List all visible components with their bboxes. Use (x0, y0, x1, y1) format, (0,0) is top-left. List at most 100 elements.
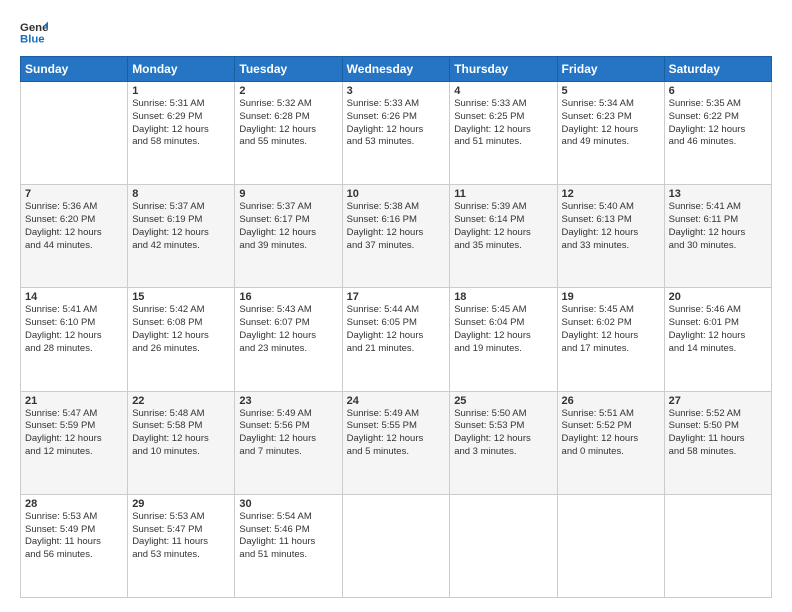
day-number: 24 (347, 395, 446, 407)
day-number: 25 (454, 395, 552, 407)
day-info: Sunrise: 5:53 AM Sunset: 5:49 PM Dayligh… (25, 511, 123, 562)
day-number: 12 (562, 188, 660, 200)
header: General Blue (20, 18, 772, 46)
day-number: 21 (25, 395, 123, 407)
day-info: Sunrise: 5:31 AM Sunset: 6:29 PM Dayligh… (132, 98, 230, 149)
calendar-cell: 16Sunrise: 5:43 AM Sunset: 6:07 PM Dayli… (235, 288, 342, 391)
calendar-cell: 17Sunrise: 5:44 AM Sunset: 6:05 PM Dayli… (342, 288, 450, 391)
calendar-cell: 25Sunrise: 5:50 AM Sunset: 5:53 PM Dayli… (450, 391, 557, 494)
calendar-cell: 7Sunrise: 5:36 AM Sunset: 6:20 PM Daylig… (21, 185, 128, 288)
calendar-cell: 23Sunrise: 5:49 AM Sunset: 5:56 PM Dayli… (235, 391, 342, 494)
calendar-cell: 9Sunrise: 5:37 AM Sunset: 6:17 PM Daylig… (235, 185, 342, 288)
day-info: Sunrise: 5:50 AM Sunset: 5:53 PM Dayligh… (454, 408, 552, 459)
day-info: Sunrise: 5:53 AM Sunset: 5:47 PM Dayligh… (132, 511, 230, 562)
calendar-cell: 21Sunrise: 5:47 AM Sunset: 5:59 PM Dayli… (21, 391, 128, 494)
day-info: Sunrise: 5:49 AM Sunset: 5:55 PM Dayligh… (347, 408, 446, 459)
day-number: 30 (239, 498, 337, 510)
calendar-cell (450, 494, 557, 597)
calendar-cell: 29Sunrise: 5:53 AM Sunset: 5:47 PM Dayli… (128, 494, 235, 597)
day-number: 5 (562, 85, 660, 97)
weekday-header-wednesday: Wednesday (342, 57, 450, 82)
calendar-cell: 14Sunrise: 5:41 AM Sunset: 6:10 PM Dayli… (21, 288, 128, 391)
calendar-cell (21, 82, 128, 185)
calendar-cell: 15Sunrise: 5:42 AM Sunset: 6:08 PM Dayli… (128, 288, 235, 391)
calendar-cell: 22Sunrise: 5:48 AM Sunset: 5:58 PM Dayli… (128, 391, 235, 494)
calendar-cell: 13Sunrise: 5:41 AM Sunset: 6:11 PM Dayli… (664, 185, 771, 288)
day-info: Sunrise: 5:49 AM Sunset: 5:56 PM Dayligh… (239, 408, 337, 459)
day-info: Sunrise: 5:54 AM Sunset: 5:46 PM Dayligh… (239, 511, 337, 562)
day-info: Sunrise: 5:36 AM Sunset: 6:20 PM Dayligh… (25, 201, 123, 252)
day-number: 26 (562, 395, 660, 407)
day-number: 16 (239, 291, 337, 303)
day-number: 15 (132, 291, 230, 303)
calendar-cell: 1Sunrise: 5:31 AM Sunset: 6:29 PM Daylig… (128, 82, 235, 185)
day-number: 10 (347, 188, 446, 200)
week-row-1: 1Sunrise: 5:31 AM Sunset: 6:29 PM Daylig… (21, 82, 772, 185)
day-number: 18 (454, 291, 552, 303)
weekday-header-thursday: Thursday (450, 57, 557, 82)
calendar-cell: 6Sunrise: 5:35 AM Sunset: 6:22 PM Daylig… (664, 82, 771, 185)
calendar-cell: 27Sunrise: 5:52 AM Sunset: 5:50 PM Dayli… (664, 391, 771, 494)
day-number: 2 (239, 85, 337, 97)
calendar-cell: 10Sunrise: 5:38 AM Sunset: 6:16 PM Dayli… (342, 185, 450, 288)
calendar-cell: 28Sunrise: 5:53 AM Sunset: 5:49 PM Dayli… (21, 494, 128, 597)
day-number: 27 (669, 395, 767, 407)
calendar-cell: 24Sunrise: 5:49 AM Sunset: 5:55 PM Dayli… (342, 391, 450, 494)
day-number: 22 (132, 395, 230, 407)
day-info: Sunrise: 5:33 AM Sunset: 6:25 PM Dayligh… (454, 98, 552, 149)
day-info: Sunrise: 5:37 AM Sunset: 6:17 PM Dayligh… (239, 201, 337, 252)
day-number: 1 (132, 85, 230, 97)
day-info: Sunrise: 5:42 AM Sunset: 6:08 PM Dayligh… (132, 304, 230, 355)
day-info: Sunrise: 5:32 AM Sunset: 6:28 PM Dayligh… (239, 98, 337, 149)
weekday-header-row: SundayMondayTuesdayWednesdayThursdayFrid… (21, 57, 772, 82)
calendar-cell: 8Sunrise: 5:37 AM Sunset: 6:19 PM Daylig… (128, 185, 235, 288)
calendar-cell (342, 494, 450, 597)
day-info: Sunrise: 5:41 AM Sunset: 6:11 PM Dayligh… (669, 201, 767, 252)
calendar-cell (557, 494, 664, 597)
day-info: Sunrise: 5:41 AM Sunset: 6:10 PM Dayligh… (25, 304, 123, 355)
calendar-cell: 2Sunrise: 5:32 AM Sunset: 6:28 PM Daylig… (235, 82, 342, 185)
svg-text:Blue: Blue (20, 34, 45, 46)
day-info: Sunrise: 5:45 AM Sunset: 6:02 PM Dayligh… (562, 304, 660, 355)
day-number: 6 (669, 85, 767, 97)
day-info: Sunrise: 5:44 AM Sunset: 6:05 PM Dayligh… (347, 304, 446, 355)
weekday-header-saturday: Saturday (664, 57, 771, 82)
weekday-header-tuesday: Tuesday (235, 57, 342, 82)
calendar-cell: 12Sunrise: 5:40 AM Sunset: 6:13 PM Dayli… (557, 185, 664, 288)
calendar-cell: 30Sunrise: 5:54 AM Sunset: 5:46 PM Dayli… (235, 494, 342, 597)
week-row-2: 7Sunrise: 5:36 AM Sunset: 6:20 PM Daylig… (21, 185, 772, 288)
day-number: 14 (25, 291, 123, 303)
day-info: Sunrise: 5:34 AM Sunset: 6:23 PM Dayligh… (562, 98, 660, 149)
day-number: 17 (347, 291, 446, 303)
day-info: Sunrise: 5:39 AM Sunset: 6:14 PM Dayligh… (454, 201, 552, 252)
svg-text:General: General (20, 22, 48, 34)
day-number: 11 (454, 188, 552, 200)
day-number: 7 (25, 188, 123, 200)
day-info: Sunrise: 5:52 AM Sunset: 5:50 PM Dayligh… (669, 408, 767, 459)
calendar-cell: 18Sunrise: 5:45 AM Sunset: 6:04 PM Dayli… (450, 288, 557, 391)
day-info: Sunrise: 5:45 AM Sunset: 6:04 PM Dayligh… (454, 304, 552, 355)
calendar-cell: 4Sunrise: 5:33 AM Sunset: 6:25 PM Daylig… (450, 82, 557, 185)
day-info: Sunrise: 5:48 AM Sunset: 5:58 PM Dayligh… (132, 408, 230, 459)
week-row-4: 21Sunrise: 5:47 AM Sunset: 5:59 PM Dayli… (21, 391, 772, 494)
calendar-cell: 11Sunrise: 5:39 AM Sunset: 6:14 PM Dayli… (450, 185, 557, 288)
day-info: Sunrise: 5:40 AM Sunset: 6:13 PM Dayligh… (562, 201, 660, 252)
calendar-cell (664, 494, 771, 597)
calendar-cell: 5Sunrise: 5:34 AM Sunset: 6:23 PM Daylig… (557, 82, 664, 185)
calendar-table: SundayMondayTuesdayWednesdayThursdayFrid… (20, 56, 772, 598)
logo: General Blue (20, 18, 48, 46)
day-number: 19 (562, 291, 660, 303)
weekday-header-friday: Friday (557, 57, 664, 82)
day-number: 20 (669, 291, 767, 303)
day-info: Sunrise: 5:46 AM Sunset: 6:01 PM Dayligh… (669, 304, 767, 355)
week-row-3: 14Sunrise: 5:41 AM Sunset: 6:10 PM Dayli… (21, 288, 772, 391)
day-number: 3 (347, 85, 446, 97)
day-info: Sunrise: 5:37 AM Sunset: 6:19 PM Dayligh… (132, 201, 230, 252)
day-info: Sunrise: 5:38 AM Sunset: 6:16 PM Dayligh… (347, 201, 446, 252)
day-info: Sunrise: 5:35 AM Sunset: 6:22 PM Dayligh… (669, 98, 767, 149)
day-info: Sunrise: 5:47 AM Sunset: 5:59 PM Dayligh… (25, 408, 123, 459)
day-number: 23 (239, 395, 337, 407)
day-number: 4 (454, 85, 552, 97)
logo-icon: General Blue (20, 18, 48, 46)
day-number: 9 (239, 188, 337, 200)
